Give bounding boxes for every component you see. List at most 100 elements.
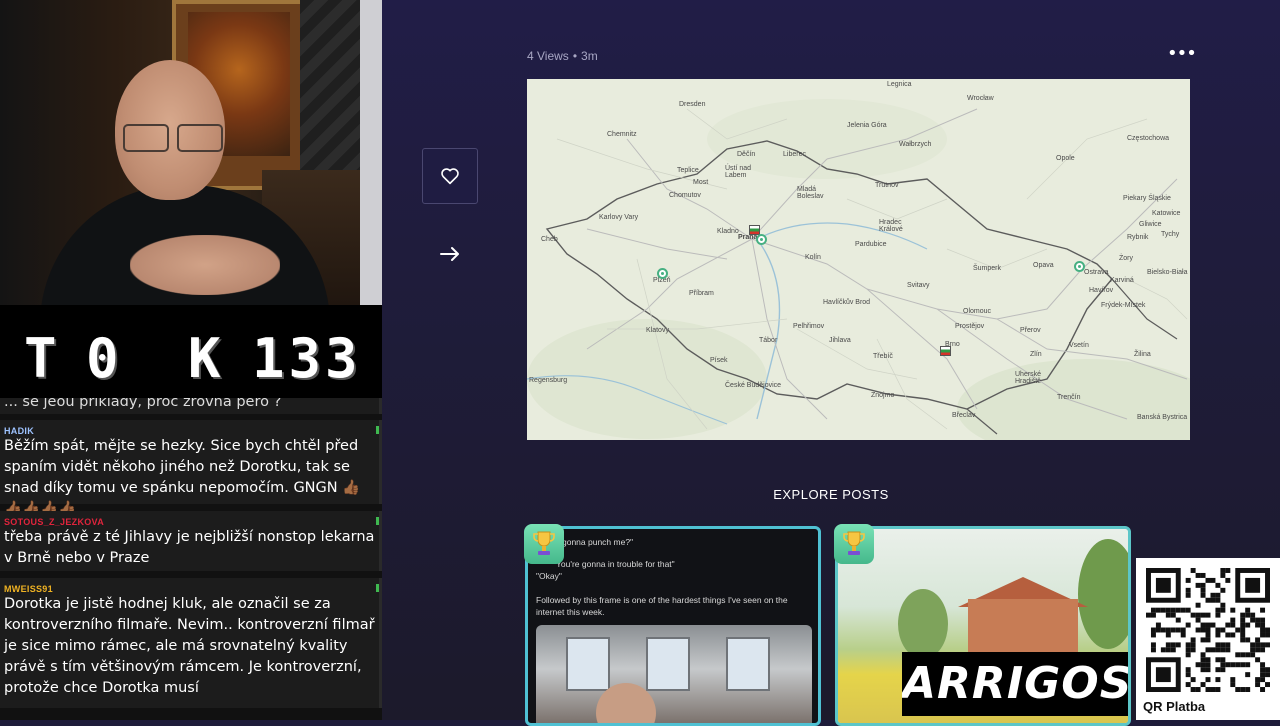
city-label: Olomouc [963, 308, 992, 315]
city-label: Częstochowa [1127, 135, 1170, 142]
qr-payment-box: QR Platba [1136, 558, 1280, 720]
city-label: Šumperk [973, 265, 1002, 272]
glasses [119, 124, 227, 152]
city-label: Katowice [1152, 210, 1181, 217]
qr-code [1146, 568, 1270, 692]
city-label: Písek [710, 357, 728, 364]
city-label: Žilina [1134, 351, 1151, 358]
post-meta: 4 Views • 3m [527, 49, 598, 63]
city-label: Havířov [1089, 287, 1114, 294]
city-label: Pardubice [855, 241, 887, 248]
chat-username: SOTOUS_Z_JEZKOVA [4, 517, 104, 527]
city-label: Żory [1119, 255, 1133, 262]
city-label: Chomutov [669, 192, 701, 199]
k-value: 133 [252, 327, 362, 390]
city-label: Uherské Hradiště [1015, 371, 1042, 385]
city-label: Klatovy [646, 327, 669, 334]
city-label: Svitavy [907, 282, 930, 289]
chat-message-text: ... se jeou priklady, proc zrovna pero ? [4, 398, 282, 410]
trophy-icon [533, 531, 555, 555]
post-age: 3m [581, 49, 598, 63]
city-label: Trutnov [875, 182, 899, 189]
more-options-button[interactable]: ••• [1167, 44, 1197, 68]
city-label: Opava [1033, 262, 1054, 269]
chat-message-text: Běžím spát, mějte se hezky. Sice bych ch… [4, 438, 361, 517]
city-label: Tychy [1161, 231, 1180, 238]
t-value: 0 [86, 327, 123, 390]
map-pin[interactable] [756, 234, 767, 245]
city-label: Opole [1056, 155, 1075, 162]
city-label: Kolín [805, 254, 821, 261]
city-label: Most [693, 179, 709, 186]
city-label: Piekary Śląskie [1123, 195, 1171, 202]
webcam-feed [0, 0, 382, 305]
view-count: 4 Views [527, 49, 569, 63]
city-label: České Budějovice [725, 382, 782, 389]
city-label: Cheb [541, 236, 558, 243]
city-label: Zlín [1030, 351, 1042, 358]
city-label: Kladno [717, 228, 739, 235]
city-label: Legnica [887, 81, 912, 88]
city-label: Hradec Králové [879, 219, 903, 233]
city-label: Příbram [689, 290, 714, 297]
share-button[interactable] [438, 242, 462, 266]
city-label: Mladá Boleslav [797, 186, 824, 200]
chat-username: MWEISS91 [4, 584, 53, 594]
city-label: Bielsko-Biała [1147, 269, 1188, 276]
city-label: Regensburg [529, 377, 568, 384]
city-label: Tábor [759, 337, 778, 344]
city-label: Praha [738, 234, 758, 241]
explore-posts-title: EXPLORE POSTS [773, 487, 889, 502]
city-label: Znojmo [871, 392, 895, 399]
explore-post-card[interactable]: gonna punch me?" You're gonna in trouble… [525, 526, 821, 726]
map-view[interactable]: Legnica Wrocław Dresden Jelenia Góra Wał… [527, 79, 1190, 440]
city-label: Teplice [677, 167, 699, 174]
city-label: Frýdek-Místek [1101, 302, 1146, 309]
tok-counter: T 0 K 133 [0, 305, 382, 410]
city-label: Přerov [1020, 327, 1041, 334]
city-label: Ostrava [1084, 269, 1109, 276]
stream-overlay: T 0 K 133 ... se jeou priklady, proc zro… [0, 0, 382, 720]
chat-feed: ... se jeou priklady, proc zrovna pero ?… [0, 398, 382, 720]
city-label: Wrocław [967, 95, 994, 102]
city-label: Gliwice [1139, 221, 1162, 228]
post-image [536, 625, 812, 723]
more-dots-icon: ••• [1167, 43, 1197, 64]
city-label: Karviná [1110, 277, 1134, 284]
map-pin[interactable] [657, 268, 668, 279]
chat-message-text: třeba právě z té Jihlavy je nejbližší no… [4, 529, 375, 566]
share-arrow-icon [440, 247, 459, 261]
city-label: Břeclav [952, 412, 976, 419]
chat-message: MWEISS91 Dorotka je jistě hodnej kluk, a… [0, 578, 382, 708]
city-label: Rybnik [1127, 234, 1149, 241]
city-label: Karlovy Vary [599, 214, 639, 221]
city-label: Vsetín [1069, 342, 1089, 349]
t-label: T [24, 327, 61, 390]
chat-message: SOTOUS_Z_JEZKOVA třeba právě z té Jihlav… [0, 511, 382, 571]
heart-icon [441, 168, 459, 185]
like-button[interactable] [422, 148, 478, 204]
chat-message: HADIK Běžím spát, mějte se hezky. Sice b… [0, 420, 382, 517]
chat-username: HADIK [4, 426, 34, 436]
city-label: Prostějov [955, 323, 985, 330]
city-label: Liberec [783, 151, 806, 158]
city-label: Havlíčkův Brod [823, 299, 871, 306]
city-label: Wałbrzych [899, 141, 932, 148]
qr-label: QR Platba [1143, 699, 1206, 714]
city-label: Třebíč [873, 353, 893, 360]
city-label: Ústí nad Labem [725, 165, 752, 179]
flag-marker[interactable] [940, 346, 951, 356]
trophy-badge [524, 524, 564, 564]
sponsor-logo: ARRIGOS [902, 652, 1128, 716]
city-label: Děčín [737, 151, 756, 158]
map-pin[interactable] [1074, 261, 1085, 272]
city-label: Chemnitz [607, 131, 637, 138]
chat-message: ... se jeou priklady, proc zrovna pero ? [0, 398, 382, 414]
city-label: Jihlava [829, 337, 851, 344]
city-label: Trenčín [1057, 394, 1081, 401]
city-label: Dresden [679, 101, 706, 108]
trophy-icon [843, 531, 865, 555]
city-label: Banská Bystrica [1137, 414, 1188, 421]
k-label: K [188, 327, 225, 390]
city-label: Jelenia Góra [847, 122, 887, 129]
